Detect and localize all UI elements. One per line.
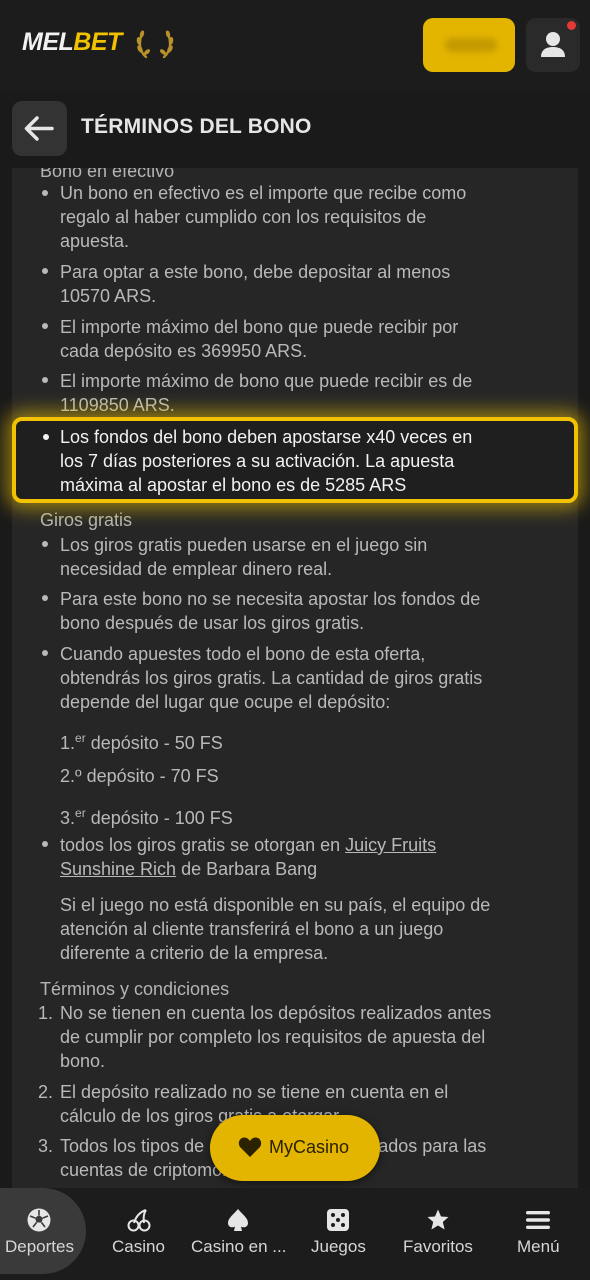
list-item-line: Un bono en efectivo es el importe que re… [60,183,467,203]
bullet [42,190,48,196]
account-button[interactable] [526,18,580,72]
paragraph-line: diferente a criterio de la empresa. [60,943,329,963]
paragraph-line: atención al cliente transferirá el bono … [60,919,444,939]
bullet [42,541,48,547]
nav-item-favoritos[interactable]: Favoritos [400,1188,476,1280]
list-item-line: El importe máximo del bono que puede rec… [60,317,459,337]
page-title: TÉRMINOS DEL BONO [81,115,312,138]
nav-label: Juegos [311,1237,366,1256]
bullet [42,650,48,656]
nav-label: Casino [112,1237,165,1256]
highlight-line: los 7 días posteriores a su activación. … [60,451,455,471]
nav-item-casino[interactable]: Casino [105,1188,175,1280]
list-number: 2. [38,1082,54,1102]
heart-icon [238,1137,262,1157]
list-item-line: de cumplir por completo los requisitos d… [60,1027,486,1047]
back-button[interactable] [12,101,67,156]
bullet [43,434,49,440]
list-item-line: obtendrás los giros gratis. La cantidad … [60,668,483,688]
nav-item-deportes[interactable]: Deportes [0,1188,86,1280]
cherries-icon [127,1209,151,1232]
list-item-line: El depósito realizado no se tiene en cue… [60,1082,449,1102]
list-item-line: 1109850 ARS. [60,395,175,415]
list-item-line: bono después de usar los giros gratis. [60,613,365,633]
soccer-ball-icon [27,1208,51,1232]
list-item-line: bono. [60,1051,106,1071]
star-icon [427,1209,449,1230]
top-header: MELBET [0,0,590,90]
list-item-line: Para este bono no se necesita apostar lo… [60,589,481,609]
list-item-line: El importe máximo de bono que puede reci… [60,371,473,391]
list-item-line: Cuando apuestes todo el bono de esta ofe… [60,644,426,664]
section-title-spins: Giros gratis [40,510,133,530]
games-line: todos los giros gratis se otorgan en Jui… [60,835,437,855]
balance-blurred-amount [445,38,497,52]
game-link-sunshine-rich[interactable]: Sunshine Rich [60,859,176,879]
dice-icon [327,1209,349,1231]
notification-dot [567,21,576,30]
hamburger-icon [526,1211,550,1229]
laurel-icon [136,30,174,59]
spade-icon [228,1209,248,1231]
section-title-cash: Bono en efectivo [40,168,175,181]
melbet-logo[interactable]: MELBET [22,28,122,57]
highlight-line: máxima al apostar el bono es de 5285 ARS [60,475,407,495]
bottom-nav: Deportes Casino Casino en ... Juegos Fav… [0,1188,590,1280]
nav-item-menu[interactable]: Menú [510,1188,566,1280]
nav-label: Deportes [5,1237,74,1256]
bullet [42,268,48,274]
title-bar: TÉRMINOS DEL BONO [0,90,590,168]
mycasino-button[interactable]: MyCasino [210,1115,380,1181]
games-line: Sunshine Rich de Barbara Bang [60,859,318,879]
list-item-line: cada depósito es 369950 ARS. [60,341,308,361]
list-item-line: depende del lugar que ocupe el depósito: [60,692,391,712]
list-item-line: No se tienen en cuenta los depósitos rea… [60,1003,492,1023]
app-root: MELBET TÉRMINOS DEL BONO Bono en efectiv… [0,0,590,1280]
deposit-tier-1: 1.er depósito - 50 FS [60,731,223,753]
list-item-line: Para optar a este bono, debe depositar a… [60,262,451,282]
bullet [42,595,48,601]
balance-button[interactable] [423,18,515,72]
deposit-tier-3: 3.er depósito - 100 FS [60,806,233,828]
list-item-line: Los giros gratis pueden usarse en el jue… [60,535,428,555]
nav-item-juegos[interactable]: Juegos [305,1188,371,1280]
list-item-line: apuesta. [60,231,130,251]
highlight-line: Los fondos del bono deben apostarse x40 … [60,427,473,447]
nav-label: Casino en ... [191,1237,287,1256]
game-link-juicy-fruits[interactable]: Juicy Fruits [345,835,436,855]
paragraph-line: Si el juego no está disponible en su paí… [60,895,491,915]
mycasino-label: MyCasino [269,1137,350,1157]
deposit-tier-2: 2.º depósito - 70 FS [60,766,219,786]
bonus-terms-content[interactable]: Bono en efectivo Un bono en efectivo es … [12,168,578,1188]
list-number: 1. [38,1003,54,1023]
section-title-terms: Términos y condiciones [40,979,230,999]
list-item-line: regalo al haber cumplido con los requisi… [60,207,427,227]
nav-label: Menú [517,1237,560,1256]
wagering-highlight: Los fondos del bono deben apostarse x40 … [12,417,578,503]
bullet [42,841,48,847]
arrow-left-icon [24,116,54,141]
nav-item-live-casino[interactable]: Casino en ... [189,1188,289,1280]
bullet [42,377,48,383]
list-number: 3. [38,1136,54,1156]
list-item-line: 10570 ARS. [60,286,157,306]
list-item-line: necesidad de emplear dinero real. [60,559,333,579]
bullet [42,323,48,329]
nav-label: Favoritos [403,1237,473,1256]
